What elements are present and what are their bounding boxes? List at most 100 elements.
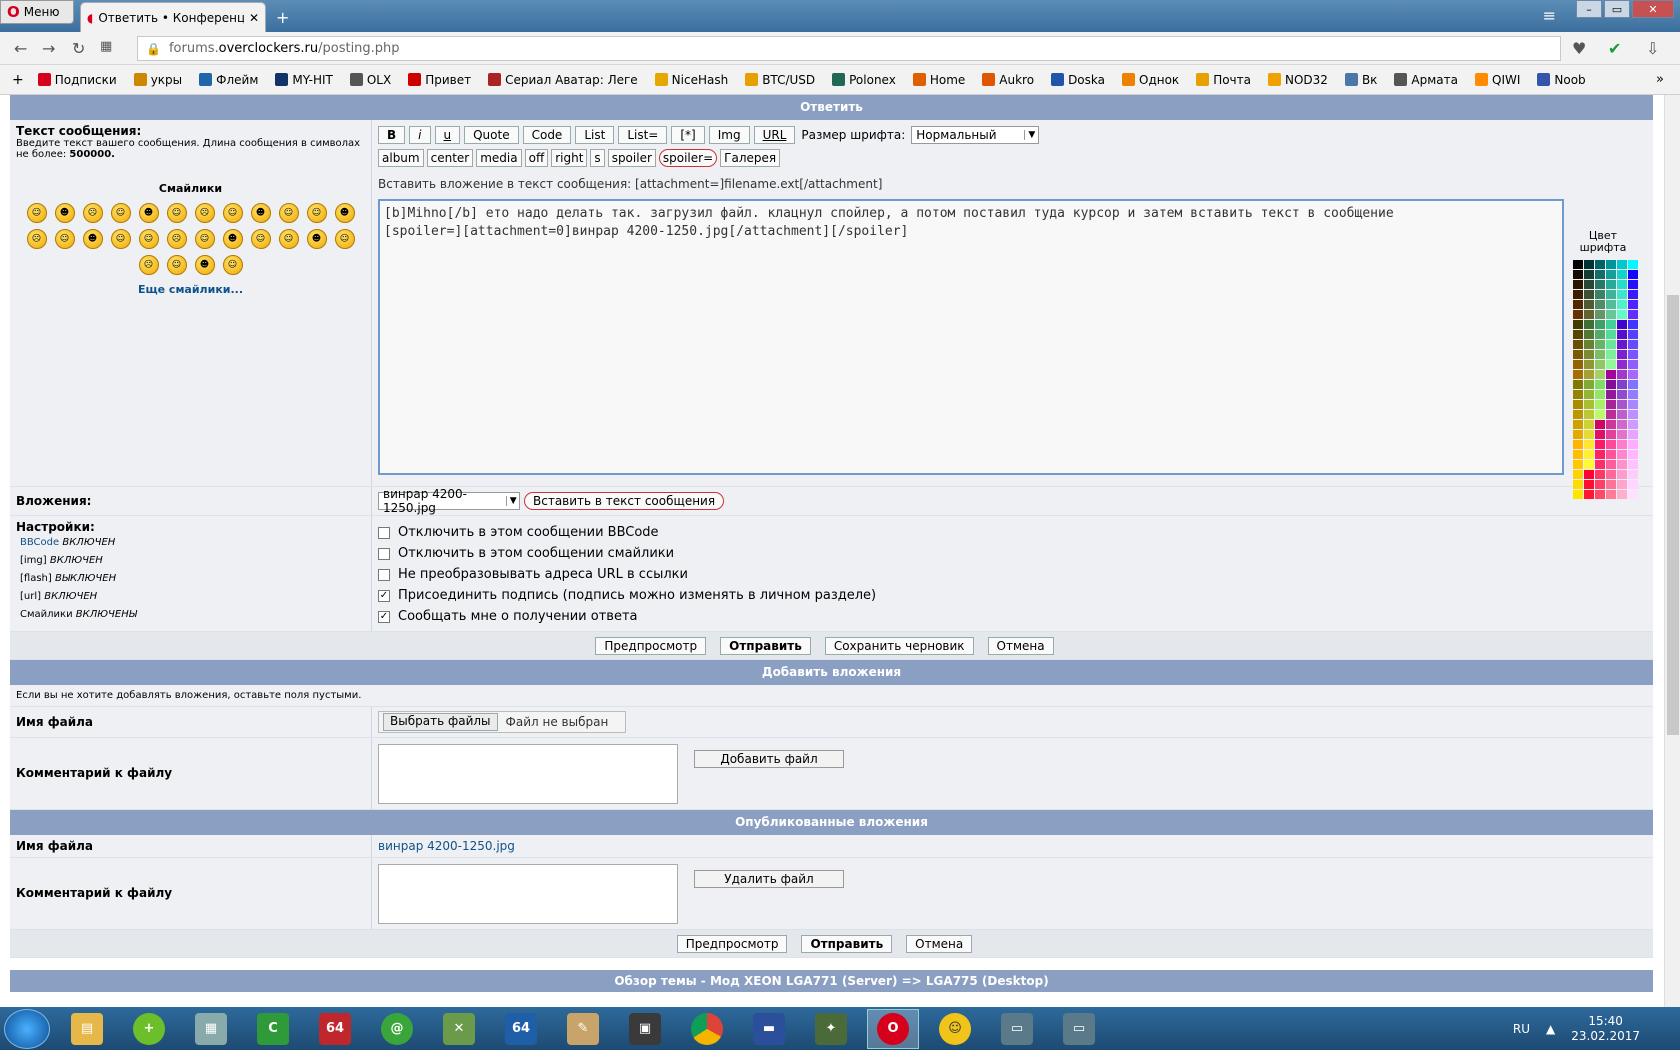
color-swatch[interactable] bbox=[1573, 350, 1583, 359]
download-icon[interactable]: ⇩ bbox=[1646, 39, 1659, 58]
window-app2-taskbar-icon[interactable]: ▭ bbox=[1053, 1009, 1105, 1049]
smiley-icon[interactable]: ☺ bbox=[194, 229, 215, 249]
smiley-icon[interactable]: ☹ bbox=[166, 229, 187, 249]
color-swatch[interactable] bbox=[1606, 440, 1616, 449]
new-tab-icon[interactable]: + bbox=[276, 8, 289, 27]
published-comment-textarea[interactable] bbox=[378, 863, 678, 924]
color-swatch[interactable] bbox=[1606, 490, 1616, 499]
bbcode-button-img[interactable]: Img bbox=[708, 126, 750, 144]
app64-taskbar-icon[interactable]: 64 bbox=[309, 1009, 361, 1049]
color-swatch[interactable] bbox=[1573, 470, 1583, 479]
color-swatch[interactable] bbox=[1628, 440, 1638, 449]
smiley-icon[interactable]: ☺ bbox=[110, 229, 131, 249]
bbcode-button-code[interactable]: Code bbox=[522, 126, 572, 144]
add-bookmark-icon[interactable]: + bbox=[12, 72, 24, 88]
option-checkbox-row[interactable]: Не преобразовывать адреса URL в ссылки bbox=[378, 564, 1647, 585]
option-checkbox-row[interactable]: ✓ Сообщать мне о получении ответа bbox=[378, 606, 1647, 627]
color-swatch[interactable] bbox=[1595, 260, 1605, 269]
option-checkbox-row[interactable]: Отключить в этом сообщении BBCode bbox=[378, 522, 1647, 543]
save-app-taskbar-icon[interactable]: ▬ bbox=[743, 1009, 795, 1049]
color-swatch[interactable] bbox=[1584, 430, 1594, 439]
color-swatch[interactable] bbox=[1573, 370, 1583, 379]
action-button[interactable]: Предпросмотр bbox=[676, 934, 788, 953]
color-swatch[interactable] bbox=[1617, 460, 1627, 469]
color-swatch[interactable] bbox=[1628, 450, 1638, 459]
color-swatch[interactable] bbox=[1595, 450, 1605, 459]
smiley-icon[interactable]: ☻ bbox=[82, 229, 103, 249]
color-swatch[interactable] bbox=[1617, 320, 1627, 329]
smiley-icon[interactable]: ☹ bbox=[138, 255, 159, 275]
color-swatch[interactable] bbox=[1584, 450, 1594, 459]
color-swatch[interactable] bbox=[1595, 320, 1605, 329]
tray-expand-icon[interactable]: ▲ bbox=[1546, 1022, 1555, 1036]
color-swatch[interactable] bbox=[1606, 350, 1616, 359]
color-swatch[interactable] bbox=[1573, 430, 1583, 439]
color-swatch[interactable] bbox=[1617, 280, 1627, 289]
smiley-icon[interactable]: ☺ bbox=[26, 203, 47, 223]
bbcode-button-quote[interactable]: Quote bbox=[464, 126, 519, 144]
font-size-select[interactable]: Нормальный ▼ bbox=[911, 126, 1040, 144]
setting-name[interactable]: BBCode bbox=[20, 537, 59, 548]
smiley-icon[interactable]: ☺ bbox=[306, 203, 327, 223]
bookmark-item[interactable]: Однок bbox=[1122, 73, 1179, 87]
bbcode-button-5[interactable]: s bbox=[590, 149, 605, 167]
color-swatch[interactable] bbox=[1628, 340, 1638, 349]
paint-taskbar-icon[interactable]: ✎ bbox=[557, 1009, 609, 1049]
smiley-icon[interactable]: ☻ bbox=[138, 203, 159, 223]
color-swatch[interactable] bbox=[1573, 310, 1583, 319]
bookmark-item[interactable]: Doska bbox=[1051, 73, 1105, 87]
bookmark-item[interactable]: Привет bbox=[408, 73, 471, 87]
smiley-icon[interactable]: ☹ bbox=[26, 229, 47, 249]
color-swatch[interactable] bbox=[1606, 420, 1616, 429]
attachment-select[interactable]: винрар 4200-1250.jpg ▼ bbox=[378, 487, 520, 515]
color-swatch[interactable] bbox=[1584, 310, 1594, 319]
bbcode-button-7[interactable]: spoiler= bbox=[658, 149, 718, 167]
smiley-icon[interactable]: ☺ bbox=[222, 203, 243, 223]
bookmark-item[interactable]: NOD32 bbox=[1268, 73, 1328, 87]
color-swatch[interactable] bbox=[1573, 480, 1583, 489]
color-swatch[interactable] bbox=[1617, 450, 1627, 459]
color-swatch[interactable] bbox=[1617, 360, 1627, 369]
color-swatch[interactable] bbox=[1606, 260, 1616, 269]
color-swatch[interactable] bbox=[1628, 290, 1638, 299]
browser-tab[interactable]: ◖ Ответить • Конференция ✕ bbox=[80, 2, 266, 32]
color-swatch[interactable] bbox=[1584, 370, 1594, 379]
page-scrollbar[interactable] bbox=[1664, 95, 1680, 1007]
color-swatch[interactable] bbox=[1628, 490, 1638, 499]
bookmark-item[interactable]: Флейм bbox=[199, 73, 258, 87]
color-swatch[interactable] bbox=[1628, 480, 1638, 489]
color-swatch[interactable] bbox=[1584, 400, 1594, 409]
start-button[interactable] bbox=[4, 1008, 50, 1049]
add-file-button[interactable]: Добавить файл bbox=[694, 749, 844, 768]
color-swatch[interactable] bbox=[1617, 340, 1627, 349]
color-swatch[interactable] bbox=[1573, 290, 1583, 299]
color-swatch[interactable] bbox=[1573, 330, 1583, 339]
color-swatch[interactable] bbox=[1595, 490, 1605, 499]
choose-files-button[interactable]: Выбрать файлы bbox=[383, 713, 498, 731]
color-swatch[interactable] bbox=[1628, 330, 1638, 339]
color-swatch[interactable] bbox=[1628, 420, 1638, 429]
color-swatch[interactable] bbox=[1573, 440, 1583, 449]
color-swatch[interactable] bbox=[1628, 360, 1638, 369]
color-swatch[interactable] bbox=[1584, 330, 1594, 339]
color-swatch[interactable] bbox=[1584, 460, 1594, 469]
explorer-taskbar-icon[interactable]: ▤ bbox=[61, 1009, 113, 1049]
smiley-icon[interactable]: ☺ bbox=[334, 229, 355, 249]
published-file-link[interactable]: винрар 4200-1250.jpg bbox=[372, 835, 1653, 857]
checkbox[interactable] bbox=[378, 547, 390, 560]
bbcode-button-i[interactable]: i bbox=[409, 126, 431, 144]
insert-into-message-button[interactable]: Вставить в текст сообщения bbox=[524, 492, 725, 510]
message-textarea[interactable]: [b]Mihno[/b] ето надо делать так. загруз… bbox=[378, 199, 1564, 475]
color-swatch[interactable] bbox=[1606, 360, 1616, 369]
color-swatch[interactable] bbox=[1606, 480, 1616, 489]
action-button[interactable]: Отмена bbox=[987, 636, 1054, 655]
color-swatch[interactable] bbox=[1584, 320, 1594, 329]
smiley-icon[interactable]: ☺ bbox=[278, 229, 299, 249]
color-swatch[interactable] bbox=[1595, 400, 1605, 409]
smiley-icon[interactable]: ☺ bbox=[166, 255, 187, 275]
color-swatch[interactable] bbox=[1595, 340, 1605, 349]
bbcode-button-3[interactable]: off bbox=[524, 149, 549, 167]
color-swatch[interactable] bbox=[1628, 390, 1638, 399]
color-swatch[interactable] bbox=[1628, 260, 1638, 269]
color-swatch[interactable] bbox=[1617, 330, 1627, 339]
